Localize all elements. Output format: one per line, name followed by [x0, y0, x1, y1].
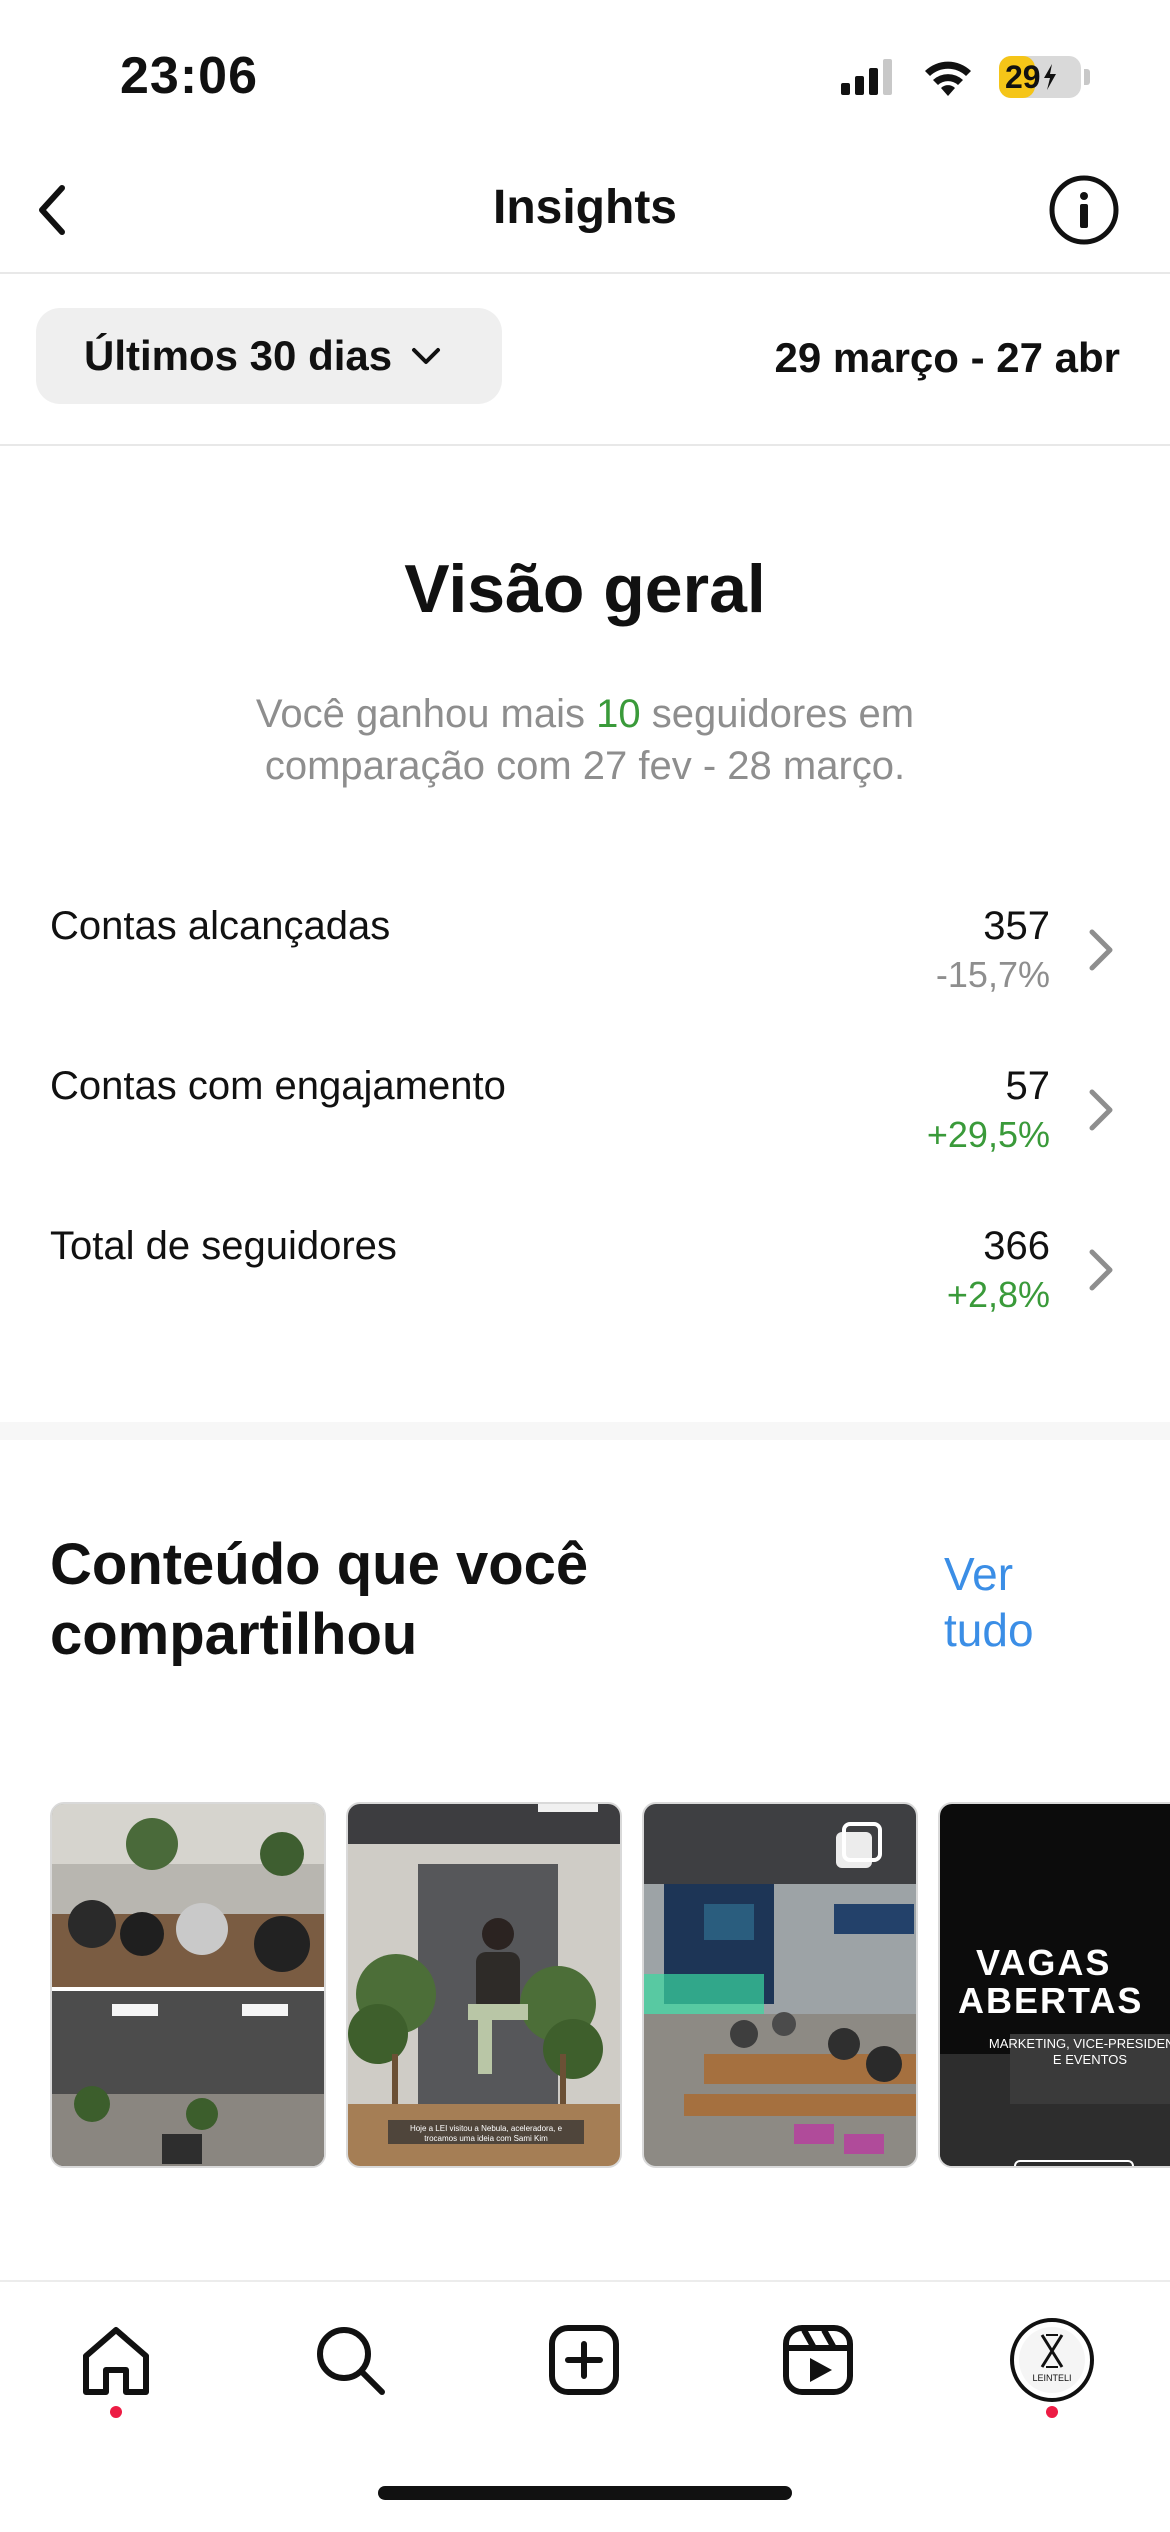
- metric-change: -15,7%: [935, 954, 1050, 995]
- cellular-signal-icon: [841, 59, 892, 95]
- chevron-down-icon: [412, 348, 441, 364]
- content-thumbnail-3[interactable]: [642, 1802, 918, 2168]
- see-all-link[interactable]: Ver tudo: [944, 1546, 1084, 1658]
- chevron-right-icon: [1089, 1249, 1113, 1291]
- search-icon: [317, 2327, 385, 2395]
- poster-subtext-1: MARKETING, VICE-PRESIDENTE: [988, 2036, 1170, 2051]
- thumbnail-caption-line-1: Hoje a LEI visitou a Nebula, aceleradora…: [410, 2124, 563, 2133]
- metric-change: +2,8%: [946, 1274, 1050, 1315]
- home-icon: [83, 2327, 149, 2395]
- photo-auditorium: [644, 1804, 916, 2166]
- metric-row-accounts-engaged[interactable]: Contas com engajamento 57 +29,5%: [0, 1042, 1170, 1192]
- metric-row-accounts-reached[interactable]: Contas alcançadas 357 -15,7%: [0, 882, 1170, 1032]
- metric-label: Contas alcançadas: [50, 904, 391, 948]
- poster-subtext-2: E EVENTOS: [1052, 2052, 1128, 2067]
- home-indicator: [378, 2486, 792, 2500]
- avatar-text: LEINTELI: [1032, 2373, 1071, 2383]
- metric-row-total-followers[interactable]: Total de seguidores 366 +2,8%: [0, 1202, 1170, 1352]
- period-dropdown[interactable]: Últimos 30 dias: [36, 308, 502, 404]
- metric-change: +29,5%: [926, 1114, 1050, 1155]
- section-divider: [0, 1422, 1170, 1440]
- date-range: 29 março - 27 abr: [774, 334, 1120, 381]
- period-label: Últimos 30 dias: [84, 332, 393, 379]
- divider: [0, 272, 1170, 274]
- divider: [0, 444, 1170, 446]
- tab-profile[interactable]: LEINTELI: [1002, 2310, 1102, 2410]
- metric-label: Contas com engajamento: [50, 1064, 506, 1108]
- chevron-right-icon: [1089, 1089, 1113, 1131]
- avatar: LEINTELI: [1010, 2318, 1094, 2402]
- photo-man-with-plants: Hoje a LEI visitou a Nebula, aceleradora…: [348, 1804, 620, 2166]
- metric-value: 366: [983, 1224, 1050, 1268]
- content-thumbnail-4[interactable]: VAGAS ABERTAS MARKETING, VICE-PRESIDENTE…: [938, 1802, 1170, 2168]
- tabbar-divider: [0, 2280, 1170, 2282]
- tab-create[interactable]: [534, 2310, 634, 2410]
- thumbnail-caption-line-2: trocamos uma ideia com Sami Kim: [424, 2134, 548, 2143]
- chevron-right-icon: [1089, 929, 1113, 971]
- poster-headline-2: ABERTAS: [958, 1980, 1144, 2021]
- follower-gain-count: 10: [596, 692, 641, 736]
- wifi-icon: [925, 61, 971, 96]
- overview-title: Visão geral: [404, 551, 766, 627]
- tab-search[interactable]: [300, 2310, 400, 2410]
- tab-home[interactable]: [66, 2310, 166, 2410]
- page-title: Insights: [492, 181, 677, 234]
- content-section-title: Conteúdo que você compartilhou: [50, 1532, 589, 1667]
- battery-percent: 29: [1005, 58, 1041, 95]
- status-time: 23:06: [120, 47, 258, 105]
- profile-notification-dot: [1046, 2406, 1058, 2418]
- info-circle-icon: [1049, 175, 1119, 245]
- tab-reels[interactable]: [768, 2310, 868, 2410]
- status-icons: 29: [841, 52, 1090, 102]
- recruitment-poster: VAGAS ABERTAS MARKETING, VICE-PRESIDENTE…: [940, 1804, 1170, 2166]
- overview-subtitle: Você ganhou mais 10 seguidores em compar…: [255, 692, 915, 788]
- metric-value: 57: [1005, 1064, 1051, 1108]
- content-thumbnail-2[interactable]: Hoje a LEI visitou a Nebula, aceleradora…: [346, 1802, 622, 2168]
- photo-meeting-collage: [52, 1804, 324, 2166]
- poster-headline-1: VAGAS: [976, 1942, 1112, 1983]
- plus-square-icon: [549, 2325, 619, 2395]
- battery-charging-icon: 29: [999, 56, 1090, 98]
- info-button[interactable]: [1046, 172, 1122, 248]
- content-thumbnail-1[interactable]: [50, 1802, 326, 2168]
- home-notification-dot: [110, 2406, 122, 2418]
- metric-label: Total de seguidores: [50, 1224, 397, 1268]
- reels-icon: [783, 2325, 853, 2395]
- metric-value: 357: [983, 904, 1050, 948]
